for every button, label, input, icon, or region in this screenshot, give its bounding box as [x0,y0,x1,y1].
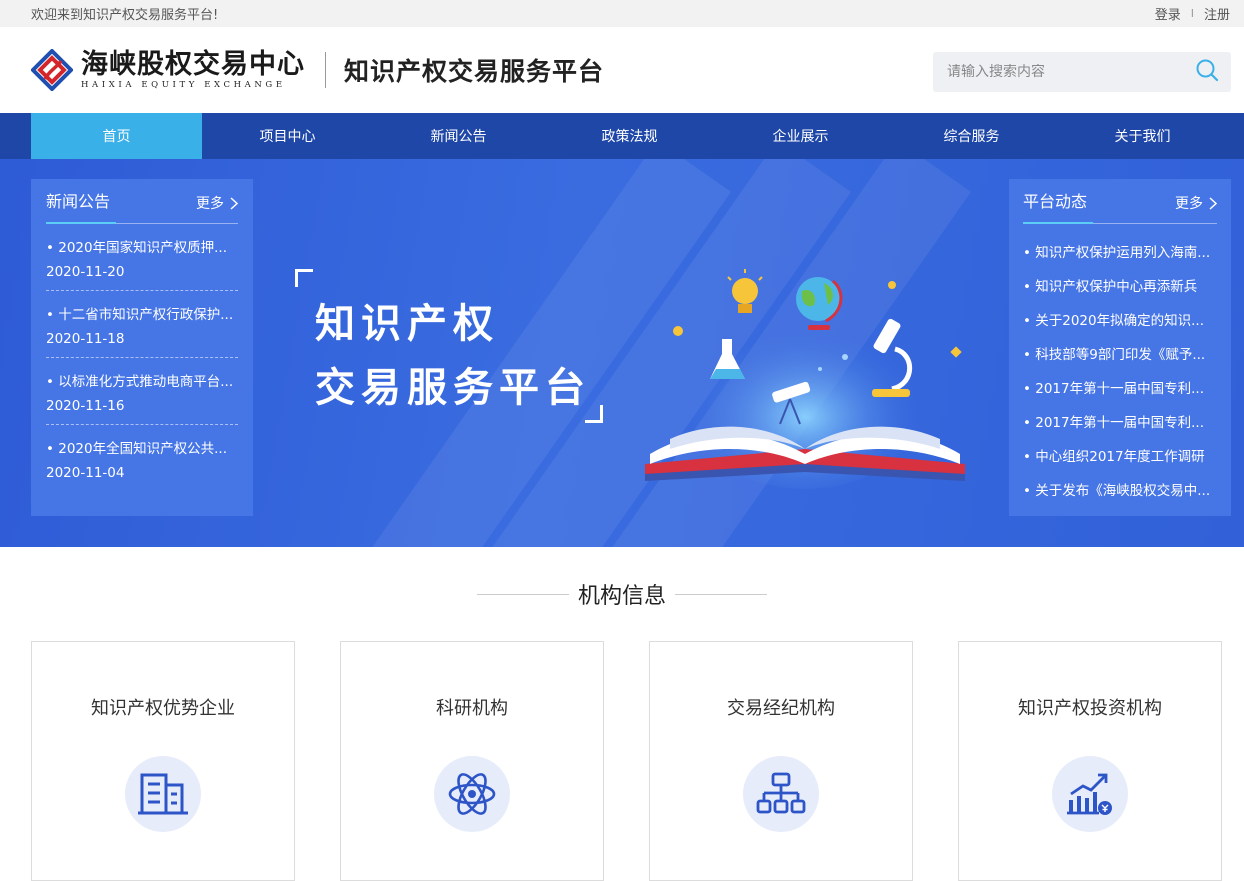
auth-separator: I [1190,7,1194,20]
atom-icon [434,756,510,832]
corner-bracket-decoration [585,405,603,423]
logo-name-cn: 海峡股权交易中心 [81,49,305,80]
institution-cards: 知识产权优势企业 科研机构 交易经纪机构 知识产权投资机构 [31,641,1222,881]
header: 海峡股权交易中心 HAIXIA EQUITY EXCHANGE 知识产权交易服务… [0,27,1244,113]
login-link[interactable]: 登录 [1155,4,1181,23]
header-divider [325,52,326,88]
dynamics-item[interactable]: • 2017年第十一届中国专利... [1023,370,1217,404]
dynamics-item[interactable]: • 中心组织2017年度工作调研 [1023,438,1217,472]
main-nav: 首页 项目中心 新闻公告 政策法规 企业展示 综合服务 关于我们 [0,113,1244,159]
search-box [933,52,1231,92]
corner-bracket-decoration [295,269,313,287]
card-advantage-enterprises[interactable]: 知识产权优势企业 [31,641,295,881]
hero-line-1: 知识产权 [315,301,499,347]
section-heading: 机构信息 [0,578,1244,610]
card-brokerage-institutions[interactable]: 交易经纪机构 [649,641,913,881]
news-item-title: • 十二省市知识产权行政保护... [46,307,234,323]
open-book-illustration [645,269,965,489]
news-item-title: • 2020年全国知识产权公共... [46,441,227,457]
dynamics-item[interactable]: • 科技部等9部门印发《赋予... [1023,336,1217,370]
news-item-date: 2020-11-04 [46,465,125,481]
hero-banner: 新闻公告 更多 • 2020年国家知识产权质押... 2020-11-20 • … [0,159,1244,547]
top-bar: 欢迎来到知识产权交易服务平台! 登录 I 注册 [0,0,1244,27]
logo-mark-icon[interactable] [30,48,74,92]
news-item-title: • 2020年国家知识产权质押... [46,240,227,256]
hero-line-2: 交易服务平台 [315,365,591,411]
welcome-text: 欢迎来到知识产权交易服务平台! [31,8,219,23]
card-title: 科研机构 [436,698,508,719]
dynamics-item[interactable]: • 知识产权保护中心再添新兵 [1023,268,1217,302]
heading-line [476,593,569,595]
card-title: 知识产权投资机构 [1018,698,1162,719]
dynamics-item[interactable]: • 关于发布《海峡股权交易中... [1023,472,1217,506]
news-panel-title: 新闻公告 [46,188,117,224]
dynamics-panel: 平台动态 更多 • 知识产权保护运用列入海南... • 知识产权保护中心再添新兵… [1009,179,1231,516]
auth-links: 登录 I 注册 [1155,4,1230,23]
dynamics-item[interactable]: • 知识产权保护运用列入海南... [1023,234,1217,268]
chevron-right-icon [230,196,238,210]
org-chart-icon [743,756,819,832]
nav-item-about[interactable]: 关于我们 [1057,113,1228,159]
section-title: 机构信息 [577,584,666,609]
logo-text[interactable]: 海峡股权交易中心 HAIXIA EQUITY EXCHANGE [81,49,305,91]
news-item-date: 2020-11-20 [46,264,125,280]
search-input[interactable] [947,64,1195,80]
news-item[interactable]: • 十二省市知识产权行政保护... 2020-11-18 [46,291,238,358]
dynamics-panel-title: 平台动态 [1023,188,1094,224]
nav-item-home[interactable]: 首页 [31,113,202,159]
news-item-title: • 以标准化方式推动电商平台... [46,374,234,390]
news-item[interactable]: • 2020年全国知识产权公共... 2020-11-04 [46,425,238,492]
card-title: 知识产权优势企业 [91,698,235,719]
card-title: 交易经纪机构 [727,698,835,719]
card-research-institutions[interactable]: 科研机构 [340,641,604,881]
nav-item-services[interactable]: 综合服务 [886,113,1057,159]
news-panel: 新闻公告 更多 • 2020年国家知识产权质押... 2020-11-20 • … [31,179,253,516]
news-item[interactable]: • 2020年国家知识产权质押... 2020-11-20 [46,224,238,291]
news-item[interactable]: • 以标准化方式推动电商平台... 2020-11-16 [46,358,238,425]
news-panel-header: 新闻公告 更多 [46,179,238,224]
heading-line [675,593,767,595]
dynamics-item[interactable]: • 2017年第十一届中国专利... [1023,404,1217,438]
search-icon[interactable] [1195,58,1219,86]
news-more-label: 更多 [196,196,224,212]
nav-item-projects[interactable]: 项目中心 [202,113,373,159]
logo-name-en: HAIXIA EQUITY EXCHANGE [81,80,286,90]
platform-title: 知识产权交易服务平台 [344,57,605,86]
nav-item-enterprises[interactable]: 企业展示 [715,113,886,159]
nav-item-news[interactable]: 新闻公告 [373,113,544,159]
dynamics-more-label: 更多 [1175,196,1203,212]
card-investment-institutions[interactable]: 知识产权投资机构 [958,641,1222,881]
dynamics-item[interactable]: • 关于2020年拟确定的知识... [1023,302,1217,336]
dynamics-more-link[interactable]: 更多 [1175,193,1217,213]
investment-chart-icon [1052,756,1128,832]
news-more-link[interactable]: 更多 [196,193,238,213]
register-link[interactable]: 注册 [1204,4,1230,23]
news-item-date: 2020-11-18 [46,331,125,347]
dynamics-list: • 知识产权保护运用列入海南... • 知识产权保护中心再添新兵 • 关于202… [1023,224,1217,506]
dynamics-panel-header: 平台动态 更多 [1023,179,1217,224]
news-item-date: 2020-11-16 [46,398,125,414]
building-icon [125,756,201,832]
chevron-right-icon [1209,196,1217,210]
nav-item-policies[interactable]: 政策法规 [544,113,715,159]
